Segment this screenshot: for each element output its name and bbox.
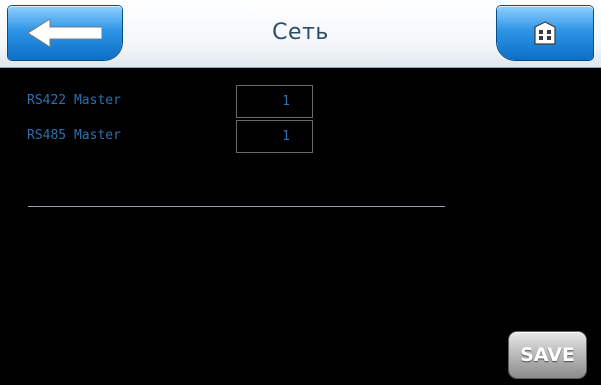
rs422-master-label: RS422 Master xyxy=(27,93,121,108)
network-screen: Сеть RS422 Master 1 RS485 Master 1 SAVE xyxy=(0,0,601,385)
header-bar: Сеть xyxy=(0,0,601,68)
rs485-master-field[interactable]: 1 xyxy=(236,120,313,153)
rs485-master-label: RS485 Master xyxy=(27,128,121,143)
building-icon xyxy=(534,21,556,45)
divider xyxy=(28,206,445,207)
home-button[interactable] xyxy=(497,6,593,60)
rs422-master-field[interactable]: 1 xyxy=(236,85,313,118)
save-button[interactable]: SAVE xyxy=(509,332,586,378)
